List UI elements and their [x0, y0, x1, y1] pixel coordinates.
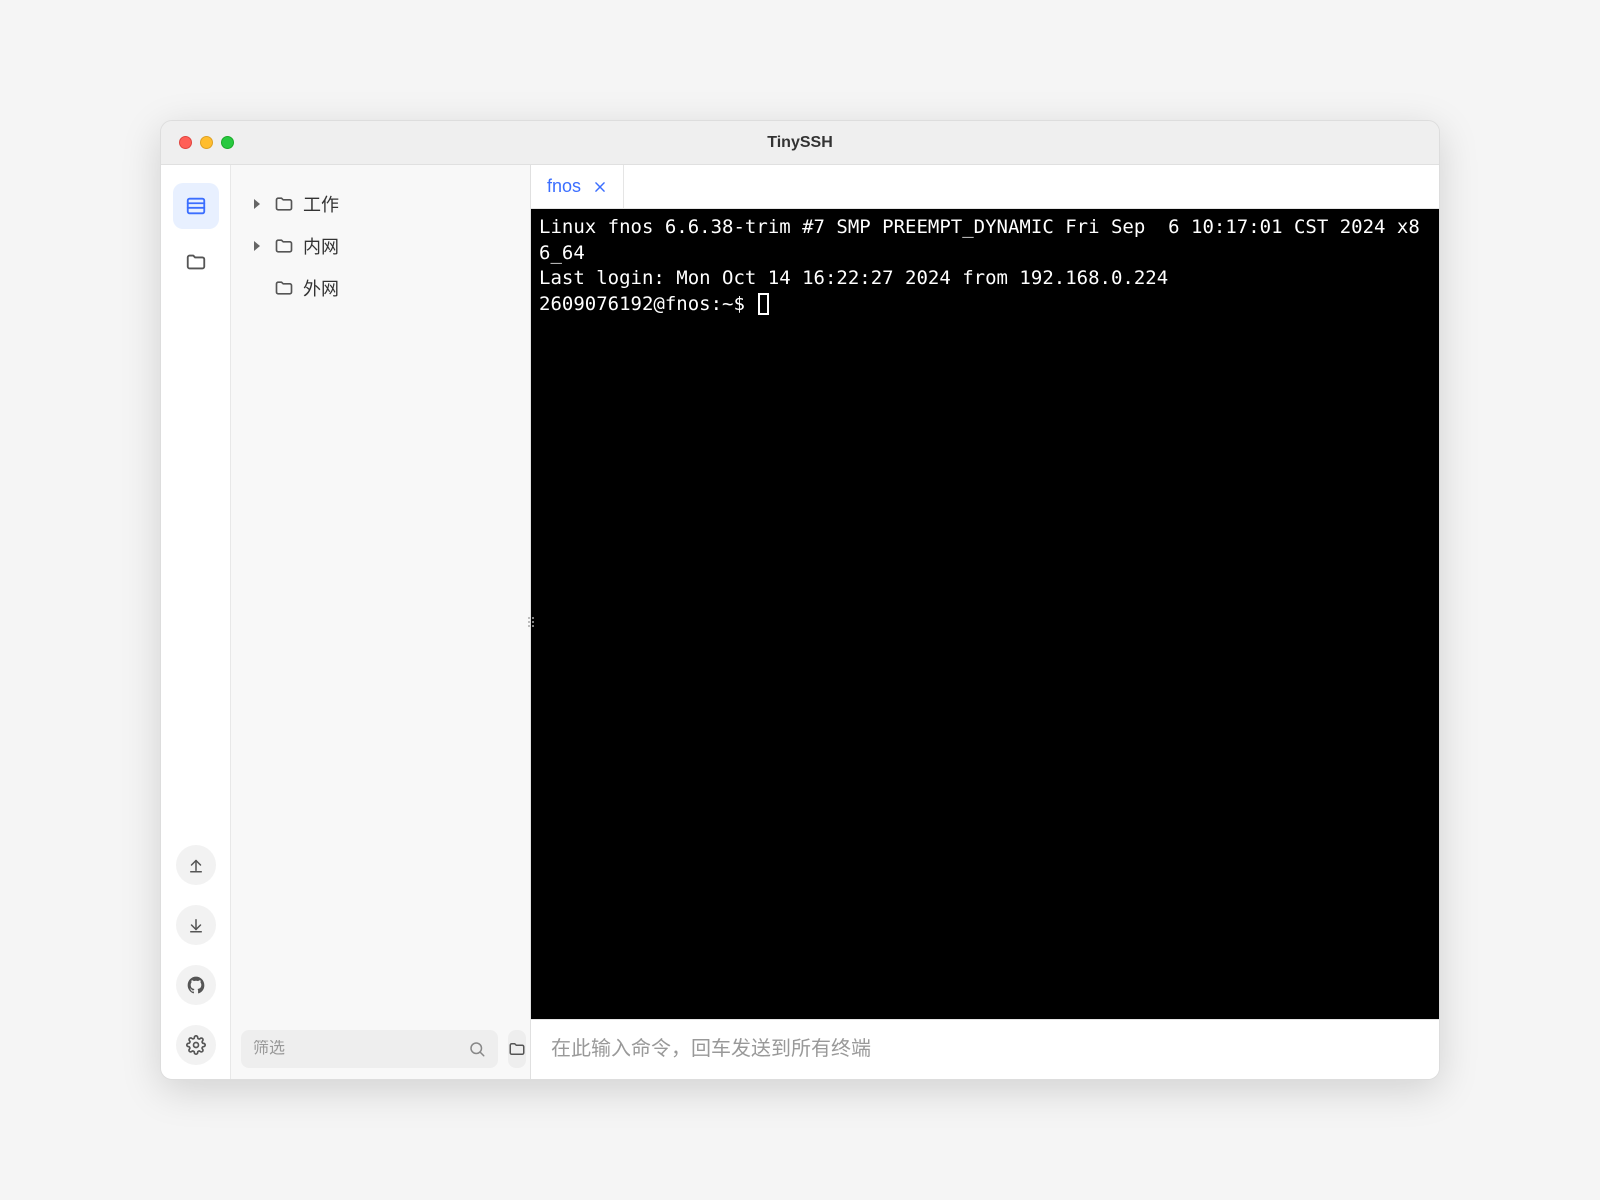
gear-icon	[186, 1035, 206, 1055]
chevron-right-icon	[249, 196, 265, 212]
github-icon	[186, 975, 206, 995]
sidebar-footer	[231, 1019, 530, 1079]
folder-icon	[185, 251, 207, 273]
rail-download[interactable]	[176, 905, 216, 945]
terminal-line: Linux fnos 6.6.38-trim #7 SMP PREEMPT_DY…	[539, 216, 1420, 264]
titlebar: TinySSH	[161, 121, 1439, 165]
cursor	[758, 293, 769, 315]
tree-label: 外网	[303, 275, 339, 301]
rail-settings[interactable]	[176, 1025, 216, 1065]
rail-files[interactable]	[173, 239, 219, 285]
rail-github[interactable]	[176, 965, 216, 1005]
main-area: fnos Linux fnos 6.6.38-trim #7 SMP PREEM…	[531, 165, 1439, 1079]
maximize-window-button[interactable]	[221, 136, 234, 149]
chevron-right-icon	[249, 238, 265, 254]
splitter-handle[interactable]	[527, 608, 535, 636]
app-window: TinySSH	[160, 120, 1440, 1080]
tab-fnos[interactable]: fnos	[531, 165, 624, 208]
close-window-button[interactable]	[179, 136, 192, 149]
folder-icon	[273, 235, 295, 257]
search-icon	[468, 1040, 486, 1058]
terminal[interactable]: Linux fnos 6.6.38-trim #7 SMP PREEMPT_DY…	[531, 209, 1439, 1019]
filter-input[interactable]	[253, 1040, 460, 1058]
filter-box[interactable]	[241, 1030, 498, 1068]
command-footer	[531, 1019, 1439, 1079]
app-body: 工作 内网 外网	[161, 165, 1439, 1079]
tree-label: 内网	[303, 233, 339, 259]
tree-item-external[interactable]: 外网	[241, 267, 520, 309]
tree-item-work[interactable]: 工作	[241, 183, 520, 225]
traffic-lights	[161, 136, 234, 149]
close-icon[interactable]	[593, 180, 607, 194]
folder-icon	[273, 277, 295, 299]
window-title: TinySSH	[767, 134, 833, 152]
minimize-window-button[interactable]	[200, 136, 213, 149]
sidebar: 工作 内网 外网	[231, 165, 531, 1079]
upload-icon	[187, 856, 205, 874]
host-tree: 工作 内网 外网	[231, 165, 530, 1019]
folder-icon	[508, 1040, 526, 1058]
broadcast-command-input[interactable]	[551, 1038, 1419, 1061]
tree-item-intranet[interactable]: 内网	[241, 225, 520, 267]
rail-hosts[interactable]	[173, 183, 219, 229]
tab-label: fnos	[547, 176, 581, 197]
list-icon	[185, 195, 207, 217]
activity-rail	[161, 165, 231, 1079]
terminal-line: Last login: Mon Oct 14 16:22:27 2024 fro…	[539, 267, 1168, 289]
tree-label: 工作	[303, 191, 339, 217]
rail-upload[interactable]	[176, 845, 216, 885]
tabbar: fnos	[531, 165, 1439, 209]
terminal-prompt: 2609076192@fnos:~$	[539, 293, 756, 315]
download-icon	[187, 916, 205, 934]
open-folder-button[interactable]	[508, 1030, 526, 1068]
folder-icon	[273, 193, 295, 215]
